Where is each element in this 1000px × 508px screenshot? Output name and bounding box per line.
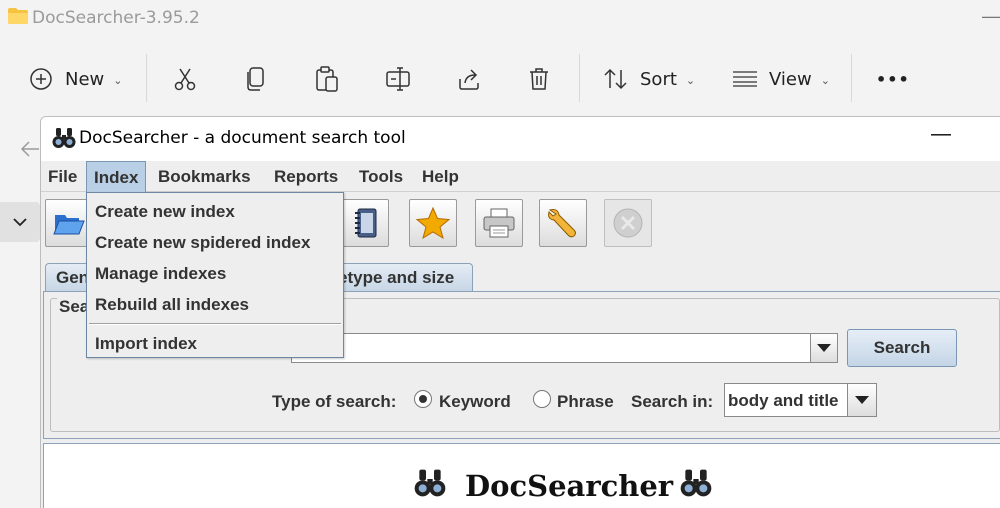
menu-item-manage-indexes[interactable]: Manage indexes	[87, 255, 343, 286]
sort-button[interactable]: Sort ⌄	[604, 48, 695, 110]
share-icon	[459, 69, 479, 90]
more-options-button[interactable]: •••	[876, 48, 910, 110]
rename-icon	[386, 67, 410, 91]
search-button-label: Search	[873, 338, 931, 357]
new-button[interactable]: New ⌄	[30, 48, 122, 110]
settings-wrench-button[interactable]	[539, 199, 587, 247]
menu-item-import-index[interactable]: Import index	[87, 325, 343, 356]
menu-bookmarks[interactable]: Bookmarks	[158, 161, 251, 192]
search-in-label: Search in:	[631, 392, 714, 411]
tab-filetype-label: etype and size	[338, 268, 455, 287]
binoculars-icon	[52, 128, 76, 148]
view-button[interactable]: View ⌄	[733, 48, 830, 110]
chevron-down-icon: ⌄	[685, 73, 696, 87]
index-menu-dropdown: Create new index Create new spidered ind…	[86, 192, 344, 358]
search-in-select[interactable]: body and title	[724, 383, 848, 417]
docsearcher-titlebar: DocSearcher - a document search tool —	[41, 117, 1000, 161]
docsearcher-minimize-button[interactable]: —	[931, 123, 951, 146]
back-arrow-icon[interactable]	[20, 140, 40, 164]
explorer-window-title: DocSearcher-3.95.2	[32, 8, 200, 28]
menu-reports[interactable]: Reports	[274, 161, 338, 192]
view-lines-icon	[733, 71, 757, 87]
view-label: View	[769, 68, 812, 90]
type-of-search-label: Type of search:	[272, 392, 397, 411]
chevron-down-icon	[13, 217, 27, 226]
menu-item-create-new-index[interactable]: Create new index	[87, 193, 343, 224]
toolbar-divider	[851, 54, 852, 102]
menu-tools[interactable]: Tools	[359, 161, 403, 192]
menu-item-rebuild-all-indexes[interactable]: Rebuild all indexes	[87, 286, 343, 317]
triangle-down-icon	[817, 344, 831, 352]
scissors-icon	[174, 68, 196, 91]
share-button[interactable]	[457, 48, 481, 110]
rename-button[interactable]	[386, 48, 412, 110]
toolbar-divider	[146, 54, 147, 102]
menu-file[interactable]: File	[48, 161, 77, 192]
explorer-command-bar: New ⌄ Sort ⌄ View ⌄ •••	[0, 48, 1000, 110]
keyword-radio-label: Keyword	[439, 392, 511, 411]
print-button[interactable]	[475, 199, 523, 247]
wrench-icon	[548, 209, 576, 238]
menu-item-create-new-spidered-index[interactable]: Create new spidered index	[87, 224, 343, 255]
tab-general[interactable]: Gen	[45, 263, 91, 291]
stop-icon	[613, 208, 643, 238]
docsearcher-window-title: DocSearcher - a document search tool	[79, 128, 406, 148]
search-button[interactable]: Search	[847, 329, 957, 367]
keyword-radio[interactable]	[414, 390, 432, 408]
folder-icon	[8, 8, 28, 24]
triangle-down-icon	[855, 396, 869, 404]
bookmarks-notebook-button[interactable]	[341, 199, 389, 247]
search-in-dropdown-button[interactable]	[847, 383, 877, 417]
phrase-radio-label: Phrase	[557, 392, 614, 411]
explorer-titlebar: DocSearcher-3.95.2 —	[0, 0, 1000, 38]
notebook-icon	[355, 208, 377, 238]
sort-label: Sort	[640, 68, 677, 90]
printer-icon	[483, 208, 515, 238]
binoculars-icon	[414, 469, 446, 497]
sort-arrows-icon	[604, 68, 627, 90]
menu-index[interactable]: Index	[86, 161, 147, 193]
search-query-input[interactable]	[291, 333, 811, 363]
results-heading: DocSearcher	[465, 469, 674, 503]
paste-button[interactable]	[315, 48, 339, 110]
binoculars-icon	[680, 469, 712, 497]
phrase-radio[interactable]	[533, 390, 551, 408]
favorite-star-button[interactable]	[409, 199, 457, 247]
delete-button[interactable]	[528, 48, 550, 110]
explorer-minimize-button[interactable]: —	[982, 6, 1000, 27]
plus-circle-icon	[30, 68, 52, 90]
open-folder-icon	[53, 215, 85, 235]
toolbar-divider	[579, 54, 580, 102]
clipboard-icon	[316, 66, 338, 92]
expand-chevron-button[interactable]	[0, 202, 40, 242]
copy-icon	[247, 67, 264, 91]
menu-help[interactable]: Help	[422, 161, 459, 192]
cut-button[interactable]	[173, 48, 197, 110]
menu-bar: File Index Bookmarks Reports Tools Help	[41, 161, 1000, 193]
stop-button[interactable]	[604, 199, 652, 247]
chevron-down-icon: ⌄	[820, 73, 830, 87]
copy-button[interactable]	[245, 48, 267, 110]
search-history-dropdown-button[interactable]	[810, 333, 838, 363]
star-icon	[416, 207, 450, 239]
new-label: New	[65, 68, 105, 90]
more-icon: •••	[876, 69, 910, 89]
chevron-down-icon: ⌄	[113, 73, 123, 87]
tab-general-label: Gen	[56, 268, 90, 287]
trash-icon	[530, 68, 548, 90]
explorer-nav-pane	[0, 118, 40, 508]
